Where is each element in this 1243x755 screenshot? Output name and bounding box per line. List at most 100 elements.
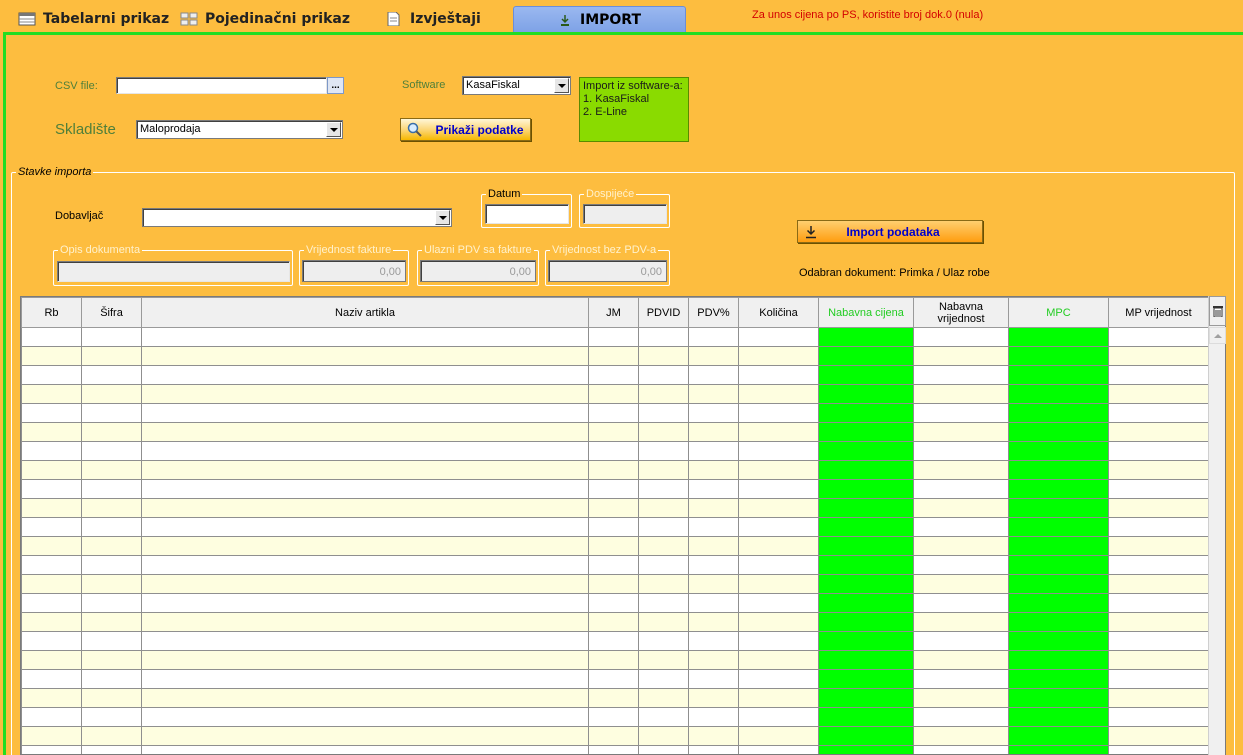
table-cell[interactable] — [1008, 669, 1109, 689]
table-cell[interactable] — [738, 441, 819, 461]
table-cell[interactable] — [913, 593, 1009, 613]
chevron-down-icon[interactable] — [435, 210, 450, 225]
table-cell[interactable] — [1008, 726, 1109, 746]
table-cell[interactable] — [21, 726, 82, 746]
table-cell[interactable] — [1008, 365, 1109, 385]
table-cell[interactable] — [141, 403, 589, 423]
table-cell[interactable] — [913, 365, 1009, 385]
table-cell[interactable] — [81, 517, 142, 537]
table-cell[interactable] — [141, 574, 589, 594]
table-cell[interactable] — [688, 650, 739, 670]
table-cell[interactable] — [818, 574, 914, 594]
table-row[interactable] — [21, 574, 1209, 594]
chevron-down-icon[interactable] — [326, 122, 341, 137]
table-cell[interactable] — [688, 726, 739, 746]
table-cell[interactable] — [588, 612, 639, 632]
table-cell[interactable] — [1108, 498, 1209, 518]
table-cell[interactable] — [818, 403, 914, 423]
show-data-button[interactable]: Prikaži podatke — [400, 118, 531, 141]
table-cell[interactable] — [638, 726, 689, 746]
table-cell[interactable] — [913, 479, 1009, 499]
table-row[interactable] — [21, 707, 1209, 727]
table-cell[interactable] — [913, 517, 1009, 537]
table-cell[interactable] — [1108, 669, 1209, 689]
table-row[interactable] — [21, 327, 1209, 347]
table-cell[interactable] — [738, 745, 819, 754]
table-cell[interactable] — [818, 631, 914, 651]
table-cell[interactable] — [913, 346, 1009, 366]
table-cell[interactable] — [638, 422, 689, 442]
table-cell[interactable] — [1008, 593, 1109, 613]
table-cell[interactable] — [1008, 327, 1109, 347]
table-cell[interactable] — [1008, 707, 1109, 727]
scroll-up-button[interactable] — [1209, 327, 1226, 344]
table-cell[interactable] — [638, 536, 689, 556]
table-cell[interactable] — [81, 745, 142, 754]
table-cell[interactable] — [81, 688, 142, 708]
table-cell[interactable] — [738, 517, 819, 537]
tab-tabelarni-prikaz[interactable]: Tabelarni prikaz — [18, 6, 169, 32]
table-cell[interactable] — [688, 593, 739, 613]
table-cell[interactable] — [81, 460, 142, 480]
table-cell[interactable] — [1008, 479, 1109, 499]
table-cell[interactable] — [1008, 745, 1109, 754]
table-row[interactable] — [21, 593, 1209, 613]
table-cell[interactable] — [1108, 726, 1209, 746]
trash-icon[interactable] — [1209, 296, 1226, 326]
table-cell[interactable] — [1108, 536, 1209, 556]
table-cell[interactable] — [688, 688, 739, 708]
column-header[interactable]: Rb — [21, 297, 82, 328]
table-cell[interactable] — [913, 384, 1009, 404]
table-cell[interactable] — [738, 384, 819, 404]
table-cell[interactable] — [141, 593, 589, 613]
table-cell[interactable] — [818, 745, 914, 754]
table-row[interactable] — [21, 441, 1209, 461]
table-cell[interactable] — [588, 498, 639, 518]
column-header[interactable]: MP vrijednost — [1108, 297, 1209, 328]
table-cell[interactable] — [588, 536, 639, 556]
table-cell[interactable] — [638, 612, 689, 632]
table-cell[interactable] — [738, 631, 819, 651]
table-cell[interactable] — [688, 631, 739, 651]
table-cell[interactable] — [588, 574, 639, 594]
table-cell[interactable] — [1108, 612, 1209, 632]
table-cell[interactable] — [818, 479, 914, 499]
table-cell[interactable] — [141, 612, 589, 632]
table-cell[interactable] — [141, 365, 589, 385]
table-cell[interactable] — [21, 574, 82, 594]
table-cell[interactable] — [1008, 536, 1109, 556]
column-header[interactable]: PDVID — [638, 297, 689, 328]
table-cell[interactable] — [81, 574, 142, 594]
table-row[interactable] — [21, 346, 1209, 366]
table-cell[interactable] — [21, 327, 82, 347]
table-cell[interactable] — [638, 745, 689, 754]
table-cell[interactable] — [818, 707, 914, 727]
table-cell[interactable] — [81, 631, 142, 651]
table-cell[interactable] — [688, 536, 739, 556]
table-cell[interactable] — [638, 650, 689, 670]
table-cell[interactable] — [81, 384, 142, 404]
table-cell[interactable] — [738, 707, 819, 727]
table-row[interactable] — [21, 460, 1209, 480]
table-cell[interactable] — [1108, 384, 1209, 404]
table-row[interactable] — [21, 745, 1209, 754]
table-cell[interactable] — [21, 460, 82, 480]
table-cell[interactable] — [1108, 631, 1209, 651]
table-cell[interactable] — [738, 688, 819, 708]
table-cell[interactable] — [588, 593, 639, 613]
table-cell[interactable] — [1008, 403, 1109, 423]
datum-input[interactable] — [485, 204, 569, 224]
table-row[interactable] — [21, 498, 1209, 518]
column-header[interactable]: Nabavna vrijednost — [913, 297, 1009, 328]
table-cell[interactable] — [638, 631, 689, 651]
table-cell[interactable] — [81, 612, 142, 632]
table-row[interactable] — [21, 650, 1209, 670]
table-cell[interactable] — [688, 460, 739, 480]
table-cell[interactable] — [588, 441, 639, 461]
table-cell[interactable] — [1008, 422, 1109, 442]
table-cell[interactable] — [588, 403, 639, 423]
table-cell[interactable] — [21, 517, 82, 537]
table-cell[interactable] — [588, 631, 639, 651]
table-cell[interactable] — [81, 555, 142, 575]
table-cell[interactable] — [81, 479, 142, 499]
